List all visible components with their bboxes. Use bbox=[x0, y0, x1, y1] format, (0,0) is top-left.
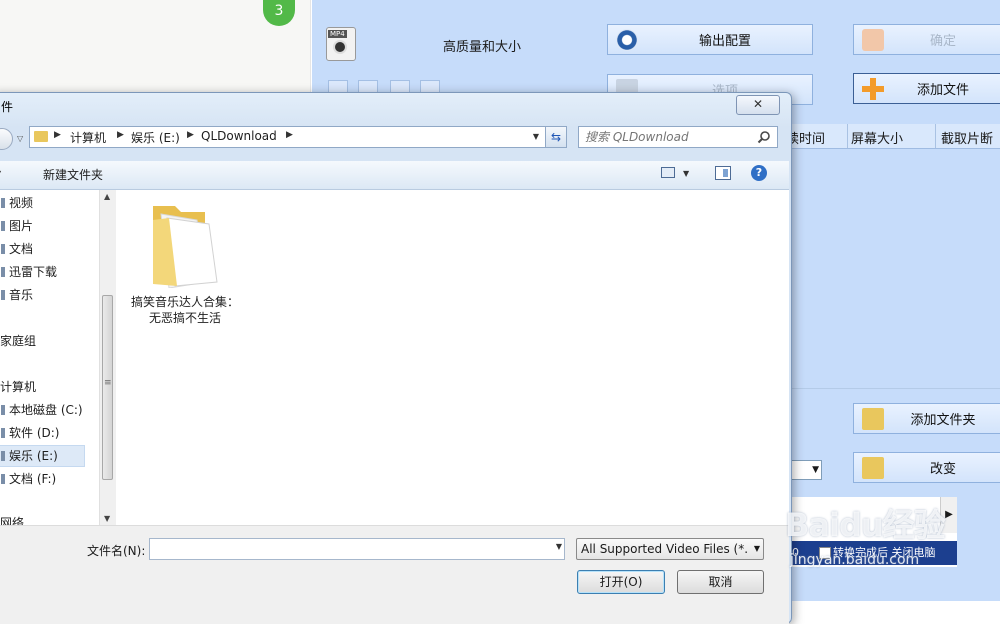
cancel-button[interactable]: 取消 bbox=[677, 570, 764, 594]
chevron-right-icon[interactable]: ▶ bbox=[187, 130, 194, 140]
breadcrumb-computer[interactable]: 计算机 bbox=[70, 129, 106, 146]
organize-dropdown-icon[interactable]: ▼ bbox=[0, 169, 1, 178]
close-button[interactable]: ✕ bbox=[736, 95, 780, 115]
chevron-down-icon[interactable]: ▼ bbox=[754, 544, 760, 553]
nav-item-drive-e[interactable]: 娱乐 (E:) bbox=[0, 445, 85, 467]
filetype-value: All Supported Video Files (*. bbox=[581, 542, 747, 556]
library-icon bbox=[1, 244, 5, 254]
filename-input[interactable] bbox=[153, 540, 543, 558]
chevron-right-icon[interactable]: ▶ bbox=[54, 130, 61, 140]
library-icon bbox=[1, 290, 5, 300]
nav-item-drive-c[interactable]: 本地磁盘 (C:) bbox=[1, 401, 83, 418]
folder-name: 搞笑音乐达人合集：无恶搞不生活 bbox=[130, 295, 239, 325]
add-file-button[interactable]: 添加文件 bbox=[853, 73, 1000, 104]
file-list: 搞笑音乐达人合集：无恶搞不生活 bbox=[116, 190, 789, 525]
preview-pane-icon[interactable] bbox=[715, 166, 731, 180]
add-folder-button[interactable]: 添加文件夹 bbox=[853, 403, 1000, 434]
nav-item-drive-d[interactable]: 软件 (D:) bbox=[1, 424, 59, 441]
filename-combobox[interactable]: ▼ bbox=[149, 538, 565, 560]
chevron-down-icon[interactable]: ▼ bbox=[528, 128, 544, 146]
breadcrumb-qldownload[interactable]: QLDownload bbox=[201, 129, 277, 143]
filename-label: 文件名(N): bbox=[87, 544, 146, 558]
views-icon[interactable] bbox=[661, 167, 675, 178]
folder-add-icon bbox=[862, 407, 884, 430]
file-list-header: 续时间 屏幕大小 截取片断 bbox=[780, 124, 1000, 149]
column-clip[interactable]: 截取片断 bbox=[941, 128, 993, 147]
breadcrumb-drive-e[interactable]: 娱乐 (E:) bbox=[131, 129, 180, 146]
nav-item-thunder-downloads[interactable]: 迅雷下载 bbox=[1, 263, 57, 280]
folder-icon bbox=[34, 131, 48, 142]
change-button[interactable]: 改变 bbox=[853, 452, 1000, 483]
drive-icon bbox=[1, 405, 5, 415]
nav-item-drive-f[interactable]: 文档 (F:) bbox=[1, 470, 56, 487]
plus-icon bbox=[862, 77, 884, 100]
search-box[interactable] bbox=[578, 126, 778, 148]
chevron-right-icon[interactable]: ▶ bbox=[286, 130, 293, 140]
new-folder-button[interactable]: 新建文件夹 bbox=[43, 166, 103, 183]
scroll-right-arrow[interactable]: ▶ bbox=[940, 497, 957, 533]
dialog-title: 件 bbox=[1, 100, 14, 114]
library-icon bbox=[1, 198, 5, 208]
status-bar: 00 转换完成后 关闭电脑 bbox=[785, 541, 957, 565]
mp4-format-icon[interactable]: MP4 bbox=[326, 27, 356, 61]
folder-icon bbox=[147, 200, 223, 289]
navigation-pane: 视频 图片 文档 迅雷下载 音乐 家庭组 计算机 本地磁盘 (C:) 软件 (D… bbox=[0, 190, 99, 530]
library-icon bbox=[1, 267, 5, 277]
scroll-grip-icon: ≡ bbox=[104, 378, 112, 388]
address-bar[interactable]: ▶ 计算机 ▶ 娱乐 (E:) ▶ QLDownload ▶ ▼ bbox=[29, 126, 563, 148]
scroll-down-arrow[interactable]: ▼ bbox=[104, 514, 110, 523]
back-button[interactable] bbox=[0, 128, 13, 150]
dialog-footer: 文件名(N): ▼ All Supported Video Files (*. … bbox=[0, 525, 789, 624]
column-screen-size[interactable]: 屏幕大小 bbox=[851, 128, 903, 147]
nav-item-documents[interactable]: 文档 bbox=[1, 240, 33, 257]
folder-item[interactable]: 搞笑音乐达人合集：无恶搞不生活 bbox=[130, 200, 240, 326]
scroll-up-arrow[interactable]: ▲ bbox=[104, 192, 110, 201]
divider bbox=[785, 388, 1000, 389]
filetype-select[interactable]: All Supported Video Files (*. ▼ bbox=[576, 538, 764, 560]
nav-item-computer[interactable]: 计算机 bbox=[0, 378, 36, 395]
refresh-button[interactable]: ⇆ bbox=[545, 126, 567, 148]
help-icon[interactable]: ? bbox=[751, 165, 767, 181]
shutdown-checkbox[interactable] bbox=[819, 547, 831, 559]
nav-item-music[interactable]: 音乐 bbox=[1, 286, 33, 303]
dialog-toolbar: ▼ 新建文件夹 ▼ ? bbox=[0, 161, 789, 190]
drive-icon bbox=[1, 451, 5, 461]
drive-icon bbox=[1, 428, 5, 438]
chevron-right-icon[interactable]: ▶ bbox=[117, 130, 124, 140]
search-icon[interactable] bbox=[757, 130, 771, 144]
arrow-right-icon bbox=[862, 28, 884, 51]
output-path-combo[interactable]: ▼ bbox=[788, 460, 822, 480]
nav-item-videos[interactable]: 视频 bbox=[1, 194, 33, 211]
quality-label: 高质量和大小 bbox=[443, 40, 522, 55]
confirm-button[interactable]: 确定 bbox=[853, 24, 1000, 55]
nav-item-pictures[interactable]: 图片 bbox=[1, 217, 33, 234]
nav-scrollbar[interactable]: ▲ ≡ ▼ bbox=[99, 190, 116, 525]
folder-open-icon bbox=[862, 456, 884, 479]
open-file-dialog: 件 ✕ ▽ ▶ 计算机 ▶ 娱乐 (E:) ▶ QLDownload ▶ ▼ ⇆… bbox=[0, 92, 792, 624]
library-icon bbox=[1, 221, 5, 231]
chevron-down-icon[interactable]: ▼ bbox=[683, 169, 689, 178]
history-dropdown-icon[interactable]: ▽ bbox=[17, 134, 23, 143]
search-input[interactable] bbox=[585, 128, 750, 146]
drive-icon bbox=[1, 474, 5, 484]
output-config-button[interactable]: 输出配置 bbox=[607, 24, 813, 55]
open-button[interactable]: 打开(O) bbox=[577, 570, 665, 594]
nav-item-homegroup[interactable]: 家庭组 bbox=[0, 332, 36, 349]
chevron-down-icon[interactable]: ▼ bbox=[556, 542, 562, 551]
gear-icon bbox=[616, 28, 638, 51]
